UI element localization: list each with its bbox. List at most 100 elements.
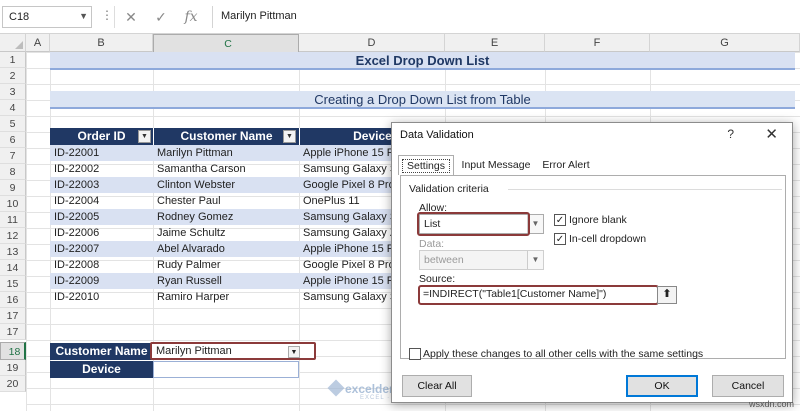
table-cell-customer[interactable]: Ryan Russell	[153, 273, 299, 289]
row-header[interactable]: 9	[0, 180, 26, 196]
close-icon[interactable]: ✕	[765, 125, 778, 143]
table-cell-device[interactable]: Apple iPhone 15 Pr	[299, 241, 391, 257]
help-icon[interactable]: ?	[727, 127, 734, 141]
customer-name-label: Customer Name	[50, 343, 153, 360]
row-header[interactable]: 17	[0, 308, 26, 324]
row-header[interactable]: 16	[0, 292, 26, 308]
table-cell-device[interactable]: Samsung Galaxy S2	[299, 161, 391, 177]
row-header[interactable]: 13	[0, 244, 26, 260]
ok-button[interactable]: OK	[626, 375, 698, 397]
clear-all-button[interactable]: Clear All	[402, 375, 472, 397]
name-box-value: C18	[9, 11, 30, 23]
col-header-f[interactable]: F	[545, 34, 650, 52]
highlight-source	[418, 285, 659, 305]
separator	[114, 6, 115, 28]
row-header[interactable]: 4	[0, 100, 26, 116]
row-header[interactable]: 14	[0, 260, 26, 276]
table-cell-customer[interactable]: Chester Paul	[153, 193, 299, 209]
in-cell-dropdown-label: In-cell dropdown	[569, 233, 647, 245]
row-header[interactable]: 10	[0, 196, 26, 212]
collapse-dialog-icon[interactable]: ⬆	[657, 286, 677, 304]
customer-name-dropdown-cell[interactable]: Marilyn Pittman ▼	[150, 342, 316, 360]
data-select: between ▼	[419, 250, 544, 270]
device-label: Device	[50, 361, 153, 378]
row-header[interactable]: 18	[0, 342, 26, 360]
table-cell-device[interactable]: Apple iPhone 15 Pr	[299, 273, 391, 289]
table-cell-customer[interactable]: Rodney Gomez	[153, 209, 299, 225]
table-cell-order-id[interactable]: ID-22002	[50, 161, 153, 177]
select-all-corner[interactable]	[0, 34, 26, 52]
row-header[interactable]: 20	[0, 376, 26, 392]
row-header[interactable]: 2	[0, 68, 26, 84]
customer-name-value: Marilyn Pittman	[156, 345, 232, 357]
table-cell-order-id[interactable]: ID-22001	[50, 145, 153, 161]
site-watermark: wsxdn.com	[748, 399, 794, 409]
col-header-c[interactable]: C	[153, 34, 299, 54]
table-cell-order-id[interactable]: ID-22005	[50, 209, 153, 225]
table-cell-device[interactable]: Google Pixel 8 Pro	[299, 177, 391, 193]
row-header[interactable]: 5	[0, 116, 26, 132]
col-header-g[interactable]: G	[650, 34, 800, 52]
ignore-blank-checkbox[interactable]: ✓	[554, 214, 566, 226]
row-header[interactable]: 19	[0, 360, 26, 376]
row-header[interactable]: 11	[0, 212, 26, 228]
row-header[interactable]: 12	[0, 228, 26, 244]
table-cell-customer[interactable]: Abel Alvarado	[153, 241, 299, 257]
device-cell[interactable]	[153, 361, 299, 378]
highlight-allow	[417, 212, 530, 236]
table-cell-order-id[interactable]: ID-22004	[50, 193, 153, 209]
table-cell-customer[interactable]: Marilyn Pittman	[153, 145, 299, 161]
table-cell-customer[interactable]: Jaime Schultz	[153, 225, 299, 241]
chevron-down-icon: ▼	[527, 251, 543, 269]
filter-dropdown-icon[interactable]: ▼	[283, 130, 296, 143]
sheet-title: Excel Drop Down List	[50, 52, 795, 70]
table-cell-customer[interactable]: Samantha Carson	[153, 161, 299, 177]
tab-error-alert[interactable]: Error Alert	[538, 155, 594, 175]
col-header-a[interactable]: A	[26, 34, 50, 52]
enter-icon[interactable]: ✓	[148, 6, 174, 28]
function-icon[interactable]: fx	[178, 6, 204, 28]
row-header[interactable]: 7	[0, 148, 26, 164]
table-cell-order-id[interactable]: ID-22003	[50, 177, 153, 193]
in-cell-dropdown-checkbox[interactable]: ✓	[554, 233, 566, 245]
chevron-down-icon[interactable]: ▼	[79, 11, 88, 21]
row-header[interactable]: 3	[0, 84, 26, 100]
row-header[interactable]: 1	[0, 52, 26, 68]
tab-settings[interactable]: Settings	[398, 155, 454, 175]
table-cell-customer[interactable]: Ramiro Harper	[153, 289, 299, 305]
table-cell-device[interactable]: Samsung Galaxy S2	[299, 289, 391, 305]
table-cell-order-id[interactable]: ID-22008	[50, 257, 153, 273]
dialog-title: Data Validation	[400, 129, 474, 141]
table-cell-order-id[interactable]: ID-22006	[50, 225, 153, 241]
table-cell-order-id[interactable]: ID-22009	[50, 273, 153, 289]
cancel-icon[interactable]: ✕	[118, 6, 144, 28]
table-cell-order-id[interactable]: ID-22007	[50, 241, 153, 257]
row-header[interactable]: 6	[0, 132, 26, 148]
col-header-d[interactable]: D	[299, 34, 445, 52]
table-cell-device[interactable]: Google Pixel 8 Pro	[299, 257, 391, 273]
data-label: Data:	[419, 238, 445, 250]
filter-dropdown-icon[interactable]: ▼	[138, 130, 151, 143]
table-cell-device[interactable]: Samsung Galaxy S2	[299, 209, 391, 225]
row-header[interactable]: 15	[0, 276, 26, 292]
more-icon: ⋮	[101, 8, 113, 22]
sheet-subtitle: Creating a Drop Down List from Table	[50, 91, 795, 109]
row-header[interactable]: 17	[0, 324, 26, 340]
table-cell-order-id[interactable]: ID-22010	[50, 289, 153, 305]
col-header-e[interactable]: E	[445, 34, 545, 52]
apply-all-checkbox[interactable]	[409, 348, 421, 360]
formula-bar: C18 ▼ ⋮ ✕ ✓ fx Marilyn Pittman	[0, 0, 800, 34]
table-cell-customer[interactable]: Rudy Palmer	[153, 257, 299, 273]
table-cell-customer[interactable]: Clinton Webster	[153, 177, 299, 193]
tab-input-message[interactable]: Input Message	[458, 155, 534, 175]
table-cell-device[interactable]: Samsung Galaxy Z	[299, 225, 391, 241]
table-cell-device[interactable]: OnePlus 11	[299, 193, 391, 209]
cancel-button[interactable]: Cancel	[712, 375, 784, 397]
name-box[interactable]: C18 ▼	[2, 6, 92, 28]
formula-input[interactable]: Marilyn Pittman	[212, 6, 798, 28]
col-header-b[interactable]: B	[50, 34, 153, 52]
table-cell-device[interactable]: Apple iPhone 15 Pr	[299, 145, 391, 161]
ignore-blank-label: Ignore blank	[569, 214, 627, 226]
row-header[interactable]: 8	[0, 164, 26, 180]
chevron-down-icon[interactable]: ▼	[288, 346, 300, 358]
